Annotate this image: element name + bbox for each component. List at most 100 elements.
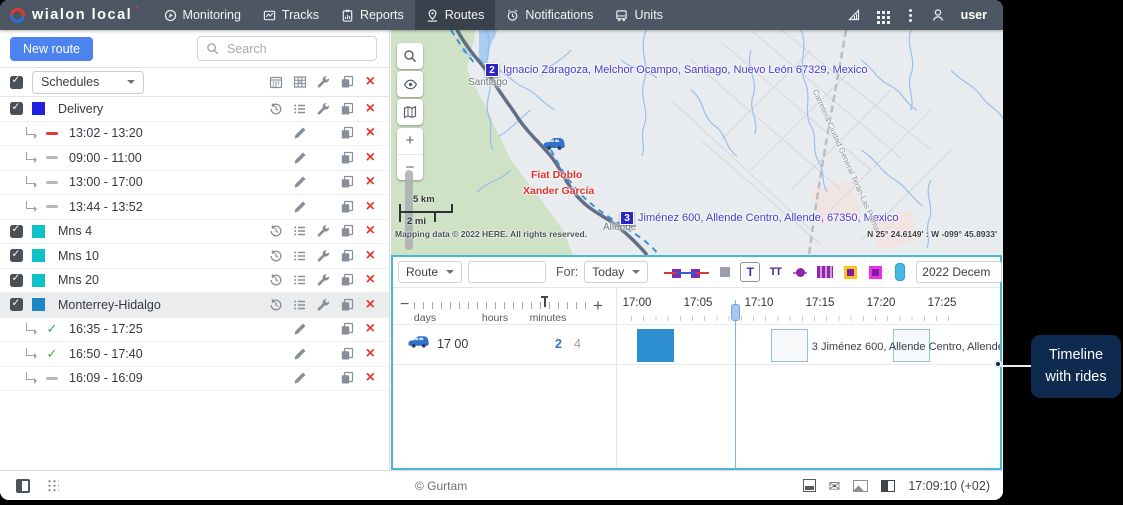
zoom-in-button[interactable]: + bbox=[397, 128, 423, 155]
nav-units[interactable]: Units bbox=[604, 0, 673, 30]
timeline-unit-label[interactable]: 17 00 bbox=[437, 337, 468, 351]
delete-icon[interactable] bbox=[366, 272, 375, 288]
gray-square-toggle-icon[interactable] bbox=[715, 262, 735, 282]
list-icon[interactable] bbox=[293, 298, 307, 312]
magenta-marker-toggle-icon[interactable] bbox=[865, 262, 885, 282]
purple-stripes-toggle-icon[interactable] bbox=[815, 262, 835, 282]
delete-icon[interactable] bbox=[366, 248, 375, 264]
route-checkbox[interactable] bbox=[10, 274, 23, 287]
unit-vehicle-icon[interactable] bbox=[543, 137, 565, 150]
route-checkbox[interactable] bbox=[10, 298, 23, 311]
route-row[interactable]: Monterrey-Hidalgo bbox=[0, 293, 389, 318]
delete-icon[interactable] bbox=[366, 297, 375, 313]
edit-icon[interactable] bbox=[293, 322, 307, 336]
text-double-toggle-icon[interactable] bbox=[765, 262, 785, 282]
history-icon[interactable] bbox=[269, 273, 283, 287]
edit-icon[interactable] bbox=[293, 347, 307, 361]
wrench-icon[interactable] bbox=[316, 102, 330, 116]
delete-icon[interactable] bbox=[366, 223, 375, 239]
time-cursor-handle[interactable] bbox=[731, 304, 740, 321]
yellow-marker-toggle-icon[interactable] bbox=[840, 262, 860, 282]
wrench-icon[interactable] bbox=[316, 249, 330, 263]
new-route-button[interactable]: New route bbox=[10, 37, 93, 61]
schedule-row[interactable]: 13:00 - 17:00 bbox=[0, 171, 389, 196]
timetable-icon[interactable] bbox=[293, 75, 307, 89]
timeline-zoom-out[interactable]: − bbox=[400, 297, 409, 313]
purple-point-toggle-icon[interactable] bbox=[790, 262, 810, 282]
wrench-icon[interactable] bbox=[316, 298, 330, 312]
apps-grid-icon[interactable] bbox=[877, 11, 880, 14]
copy-icon[interactable] bbox=[340, 126, 354, 140]
route-point-marker-2[interactable]: 2 bbox=[485, 63, 499, 77]
route-row[interactable]: Delivery bbox=[0, 97, 389, 122]
copy-icon[interactable] bbox=[340, 102, 354, 116]
user-icon[interactable] bbox=[931, 8, 945, 22]
delete-icon[interactable] bbox=[366, 174, 375, 190]
copy-icon[interactable] bbox=[340, 273, 354, 287]
timeline-zoom-in[interactable]: + bbox=[593, 297, 603, 314]
list-icon[interactable] bbox=[293, 102, 307, 116]
delete-icon[interactable] bbox=[366, 101, 375, 117]
copy-icon[interactable] bbox=[340, 200, 354, 214]
schedule-row[interactable]: 16:09 - 16:09 bbox=[0, 367, 389, 392]
edit-icon[interactable] bbox=[293, 175, 307, 189]
delete-icon[interactable] bbox=[366, 74, 375, 90]
schedule-row[interactable]: 13:02 - 13:20 bbox=[0, 122, 389, 147]
schedule-row[interactable]: 09:00 - 11:00 bbox=[0, 146, 389, 171]
route-row[interactable]: Mns 20 bbox=[0, 269, 389, 294]
route-point-marker-3[interactable]: 3 bbox=[620, 211, 634, 225]
delete-icon[interactable] bbox=[366, 321, 375, 337]
receipt-icon[interactable] bbox=[803, 479, 816, 492]
route-checkbox[interactable] bbox=[10, 225, 23, 238]
measure-tool-icon[interactable] bbox=[847, 8, 861, 22]
history-icon[interactable] bbox=[269, 102, 283, 116]
delete-icon[interactable] bbox=[366, 346, 375, 362]
user-name-label[interactable]: user bbox=[961, 8, 987, 22]
text-single-toggle-icon[interactable] bbox=[740, 262, 760, 282]
edit-icon[interactable] bbox=[293, 151, 307, 165]
nav-reports[interactable]: Reports bbox=[330, 0, 415, 30]
delete-icon[interactable] bbox=[366, 150, 375, 166]
timeline-zoom-ruler[interactable] bbox=[414, 302, 592, 309]
nav-monitoring[interactable]: Monitoring bbox=[153, 0, 252, 30]
list-icon[interactable] bbox=[293, 224, 307, 238]
select-all-checkbox[interactable] bbox=[10, 76, 23, 89]
edit-icon[interactable] bbox=[293, 371, 307, 385]
wrench-icon[interactable] bbox=[316, 224, 330, 238]
route-checkbox[interactable] bbox=[10, 102, 23, 115]
wrench-icon[interactable] bbox=[316, 273, 330, 287]
copy-icon[interactable] bbox=[340, 322, 354, 336]
timeline-name-filter-input[interactable] bbox=[468, 261, 546, 283]
copy-icon[interactable] bbox=[340, 249, 354, 263]
history-icon[interactable] bbox=[269, 298, 283, 312]
schedule-row[interactable]: 16:50 - 17:40 bbox=[0, 342, 389, 367]
copy-icon[interactable] bbox=[340, 75, 354, 89]
app-logo[interactable]: wialon local ’ bbox=[0, 0, 153, 30]
map-visibility-button[interactable] bbox=[397, 71, 423, 97]
ride-block[interactable] bbox=[771, 329, 808, 362]
nav-notifications[interactable]: Notifications bbox=[495, 0, 604, 30]
timeline-date-input[interactable] bbox=[916, 261, 1002, 283]
edit-icon[interactable] bbox=[293, 126, 307, 140]
wrench-icon[interactable] bbox=[316, 75, 330, 89]
sidebar-toggle-icon[interactable] bbox=[16, 479, 30, 493]
route-checkbox[interactable] bbox=[10, 249, 23, 262]
nav-tracks[interactable]: Tracks bbox=[252, 0, 330, 30]
copy-icon[interactable] bbox=[340, 151, 354, 165]
nav-routes[interactable]: Routes bbox=[415, 0, 496, 30]
rides-line-toggle-icon[interactable] bbox=[662, 262, 710, 282]
timeline-interval-select[interactable]: Today bbox=[584, 261, 648, 283]
copy-icon[interactable] bbox=[340, 175, 354, 189]
search-input[interactable] bbox=[225, 41, 368, 57]
group-filter-select[interactable]: Schedules bbox=[32, 71, 144, 94]
delete-icon[interactable] bbox=[366, 125, 375, 141]
more-menu-icon[interactable] bbox=[909, 14, 912, 17]
timeline-zoom-pointer[interactable] bbox=[541, 296, 548, 307]
copy-icon[interactable] bbox=[340, 224, 354, 238]
timeline-mode-select[interactable]: Route bbox=[398, 261, 462, 283]
edit-icon[interactable] bbox=[293, 200, 307, 214]
blue-cursor-toggle-icon[interactable] bbox=[890, 262, 910, 282]
ride-block[interactable] bbox=[637, 329, 674, 362]
mail-icon[interactable] bbox=[829, 479, 841, 493]
list-icon[interactable] bbox=[293, 249, 307, 263]
